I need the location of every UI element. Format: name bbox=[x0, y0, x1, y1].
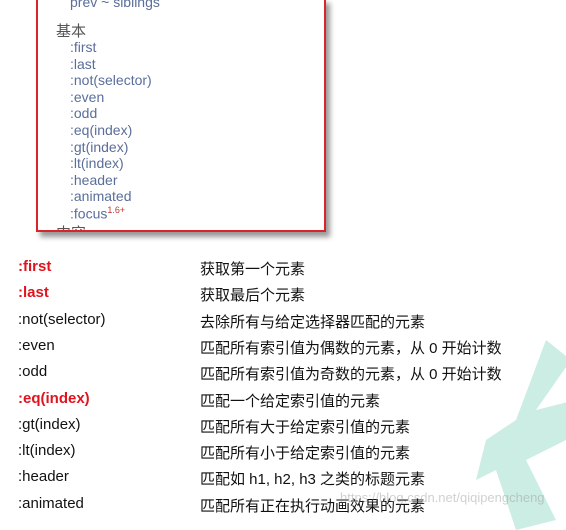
selector-link[interactable]: :animated bbox=[70, 188, 131, 204]
selector-link-text: :odd bbox=[70, 105, 98, 122]
selector-link-text: :gt(index) bbox=[70, 138, 129, 155]
selector-description: 匹配如 h1, h2, h3 之类的标题元素 bbox=[200, 471, 426, 489]
table-row: :first 获取第一个元素 bbox=[0, 258, 566, 284]
selector-link[interactable]: :even bbox=[70, 89, 104, 105]
table-row: :last 获取最后个元素 bbox=[0, 284, 566, 310]
selector-link[interactable]: :focus1.6+ bbox=[70, 205, 125, 222]
selector-name: :not(selector) bbox=[18, 310, 106, 328]
selector-description: 匹配所有小于给定索引值的元素 bbox=[200, 445, 411, 463]
table-row: :eq(index) 匹配一个给定索引值的元素 bbox=[0, 390, 566, 416]
selector-link-text: :animated bbox=[70, 188, 132, 205]
top-item: prev ~ siblings bbox=[70, 0, 160, 10]
watermark-text: https://blog.csdn.net/qiqipengcheng bbox=[340, 490, 545, 505]
selector-description: 去除所有与给定选择器匹配的元素 bbox=[200, 313, 426, 331]
selector-name: :animated bbox=[18, 494, 84, 512]
selector-link-text: :first bbox=[70, 39, 97, 55]
selector-link-text: :header bbox=[70, 171, 118, 188]
selector-link[interactable]: :last bbox=[70, 56, 96, 72]
selector-name: :odd bbox=[18, 363, 48, 381]
jquery-doc-screenshot: prev ~ siblings 基本 :first:last:not(selec… bbox=[36, 0, 326, 232]
selector-link[interactable]: :lt(index) bbox=[70, 155, 124, 171]
selector-link-text: :eq(index) bbox=[70, 122, 133, 138]
selector-name: :gt(index) bbox=[18, 415, 81, 433]
selector-link-text: :focus bbox=[70, 205, 108, 222]
selector-name: :header bbox=[18, 468, 69, 486]
version-badge: 1.6+ bbox=[107, 205, 126, 215]
table-row: :even 匹配所有索引值为偶数的元素，从 0 开始计数 bbox=[0, 337, 566, 363]
category-heading: 基本 bbox=[56, 23, 87, 40]
selector-name: :first bbox=[18, 258, 52, 275]
selector-description: 匹配所有索引值为偶数的元素，从 0 开始计数 bbox=[200, 339, 502, 357]
selector-link[interactable]: :gt(index) bbox=[70, 139, 128, 155]
selector-link[interactable]: :eq(index) bbox=[70, 122, 132, 138]
selector-description: 匹配一个给定索引值的元素 bbox=[200, 392, 381, 410]
selector-description: 获取第一个元素 bbox=[200, 261, 306, 278]
selector-name: :lt(index) bbox=[18, 442, 76, 460]
table-row: :odd 匹配所有索引值为奇数的元素，从 0 开始计数 bbox=[0, 363, 566, 389]
selector-description: 获取最后个元素 bbox=[200, 287, 306, 305]
selector-link[interactable]: :first bbox=[70, 39, 96, 55]
selector-name: :last bbox=[18, 284, 49, 302]
table-row: :gt(index) 匹配所有大于给定索引值的元素 bbox=[0, 416, 566, 442]
selector-link[interactable]: :header bbox=[70, 172, 117, 188]
selector-link[interactable]: :not(selector) bbox=[70, 72, 152, 88]
next-category-heading: 内容 bbox=[56, 222, 86, 230]
selector-link-text: :last bbox=[70, 55, 96, 72]
selector-link-text: :lt(index) bbox=[70, 155, 124, 172]
selector-name: :eq(index) bbox=[18, 389, 90, 407]
selector-name: :even bbox=[18, 336, 55, 354]
selector-link-text: :not(selector) bbox=[70, 72, 152, 89]
table-row: :lt(index) 匹配所有小于给定索引值的元素 bbox=[0, 442, 566, 468]
selector-link[interactable]: :odd bbox=[70, 105, 97, 121]
selector-link-text: :even bbox=[70, 88, 105, 105]
table-row: :not(selector) 去除所有与给定选择器匹配的元素 bbox=[0, 311, 566, 337]
selector-description: 匹配所有大于给定索引值的元素 bbox=[200, 418, 411, 436]
selector-description: 匹配所有索引值为奇数的元素，从 0 开始计数 bbox=[200, 366, 502, 384]
